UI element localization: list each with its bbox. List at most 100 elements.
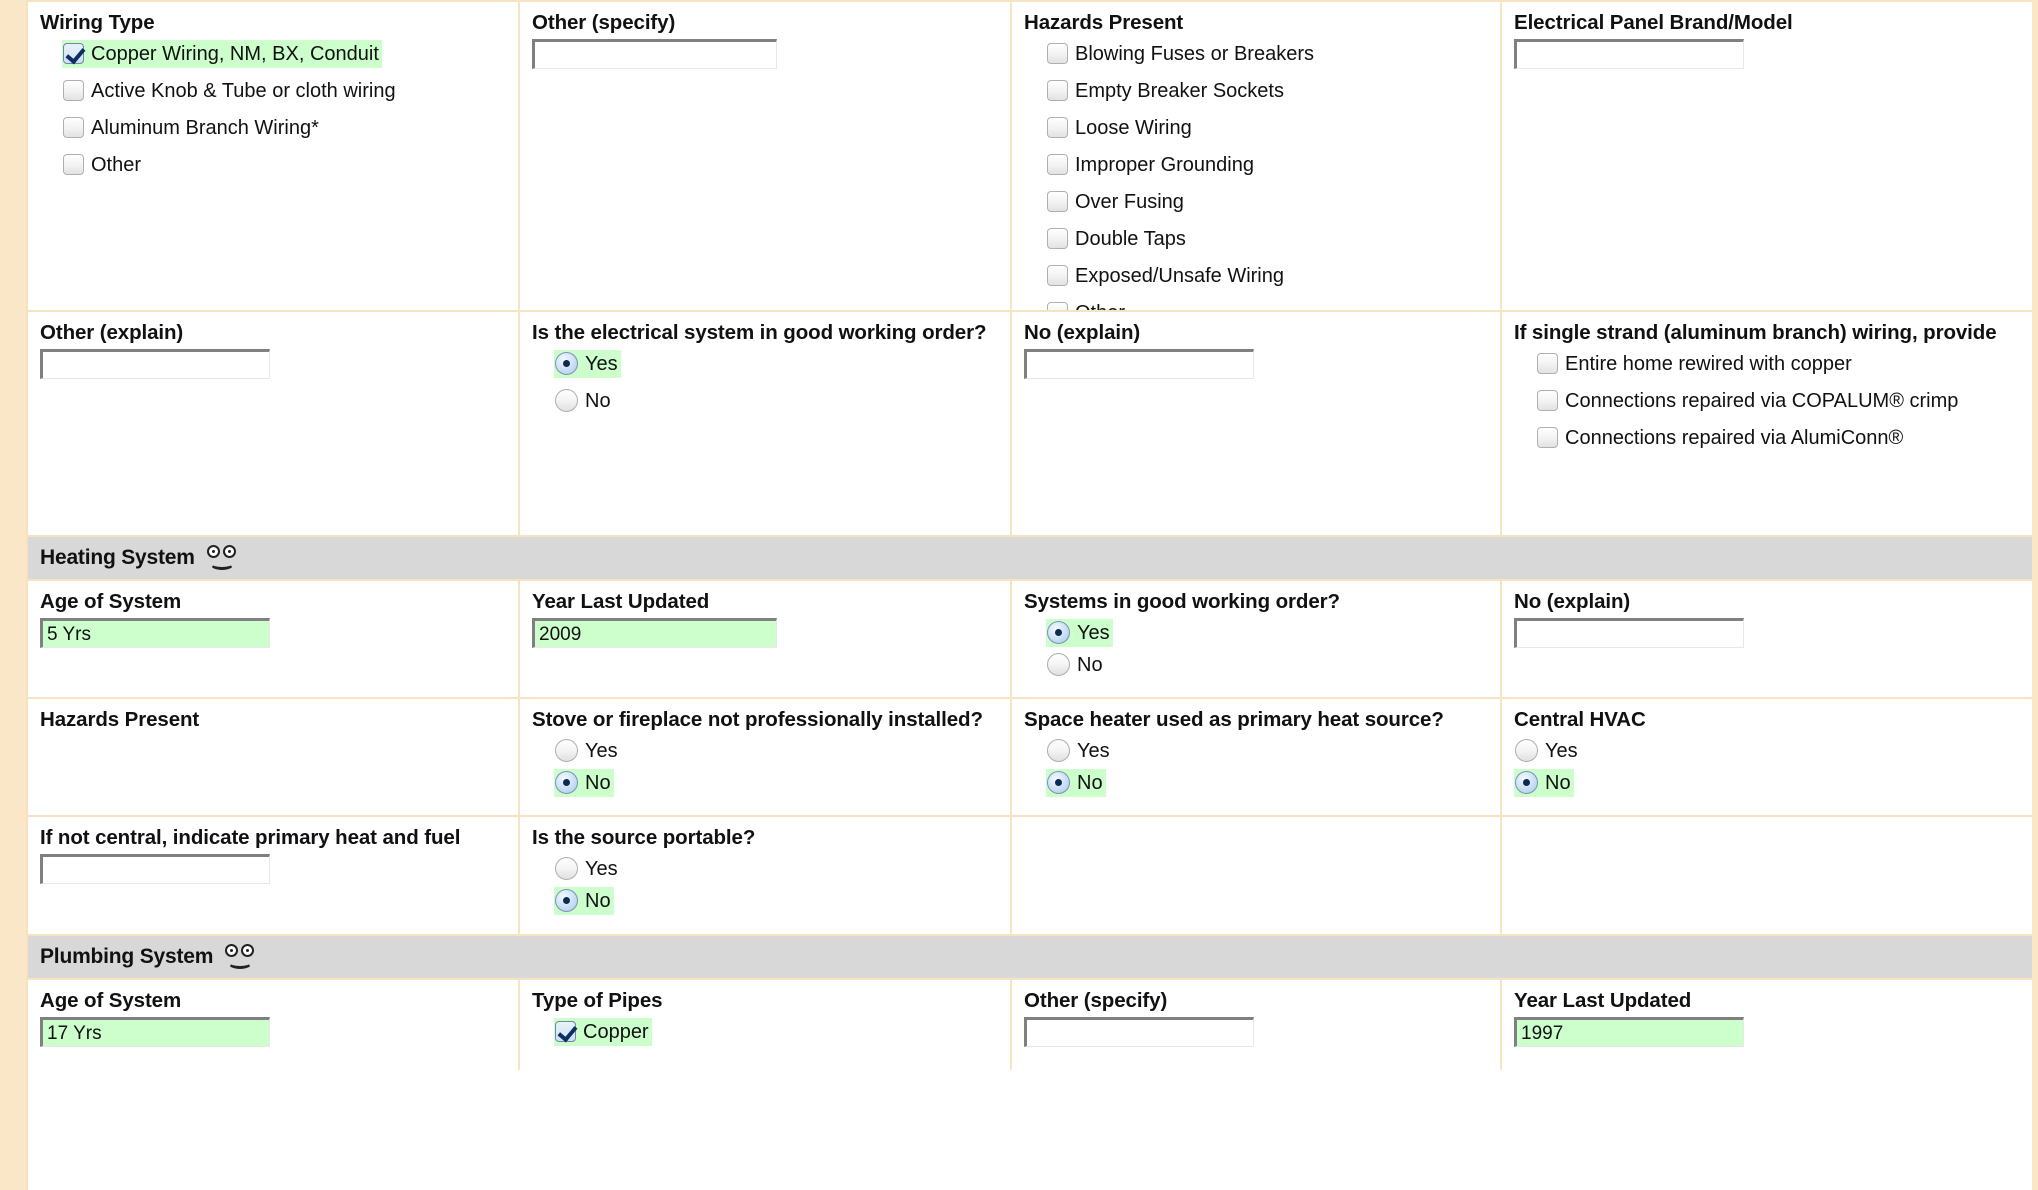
radio-icon[interactable] bbox=[1047, 771, 1070, 795]
radio-option[interactable]: Yes bbox=[532, 737, 998, 765]
other-specify-input[interactable] bbox=[532, 39, 777, 70]
checkbox-option[interactable]: Copper Wiring, NM, BX, Conduit bbox=[40, 40, 506, 69]
radio-option[interactable]: Yes bbox=[1514, 737, 2020, 765]
option-wrapper: Improper Grounding bbox=[1046, 151, 1257, 179]
plumbing-year-updated-input[interactable]: 1997 bbox=[1514, 1017, 1744, 1048]
checkbox-option[interactable]: Other bbox=[1024, 299, 1488, 310]
checkbox-option[interactable]: Empty Breaker Sockets bbox=[1024, 77, 1488, 105]
checkbox-option[interactable]: Loose Wiring bbox=[1024, 114, 1488, 142]
radio-icon[interactable] bbox=[555, 389, 578, 413]
radio-option[interactable]: No bbox=[1514, 769, 2020, 798]
checkbox-icon[interactable] bbox=[1537, 353, 1558, 375]
heating-year-updated-input[interactable]: 2009 bbox=[532, 618, 777, 649]
checkbox-icon[interactable] bbox=[1047, 80, 1068, 102]
checkbox-icon[interactable] bbox=[63, 80, 84, 102]
radio-icon[interactable] bbox=[1515, 739, 1538, 763]
other-explain-input[interactable] bbox=[40, 349, 270, 380]
central-hvac-label: Central HVAC bbox=[1514, 708, 1646, 731]
plumbing-other-specify-input[interactable] bbox=[1024, 1017, 1254, 1048]
radio-option[interactable]: Yes bbox=[532, 855, 998, 883]
option-label: Yes bbox=[585, 858, 618, 881]
option-label: Yes bbox=[1077, 622, 1110, 645]
panel-brand-input[interactable] bbox=[1514, 39, 1744, 70]
inspection-form: Wiring Type Copper Wiring, NM, BX, Condu… bbox=[0, 0, 2038, 1190]
radio-option[interactable]: No bbox=[532, 387, 998, 415]
radio-option[interactable]: No bbox=[1024, 651, 1488, 679]
option-highlight: Yes bbox=[1046, 619, 1113, 648]
checkbox-icon[interactable] bbox=[1047, 154, 1068, 176]
option-label: Aluminum Branch Wiring* bbox=[91, 117, 319, 140]
cell-stove-fireplace: Stove or fireplace not professionally in… bbox=[520, 699, 1012, 815]
option-label: No bbox=[585, 890, 611, 913]
radio-icon[interactable] bbox=[555, 889, 578, 913]
electrical-no-explain-label: No (explain) bbox=[1024, 321, 1141, 344]
option-label: No bbox=[585, 772, 611, 795]
radio-option[interactable]: No bbox=[1024, 769, 1488, 798]
radio-option[interactable]: Yes bbox=[1024, 619, 1488, 648]
radio-icon[interactable] bbox=[1515, 771, 1538, 795]
checkbox-option[interactable]: Connections repaired via COPALUM® crimp bbox=[1514, 387, 2020, 415]
heating-no-explain-input[interactable] bbox=[1514, 618, 1744, 649]
checkbox-option[interactable]: Improper Grounding bbox=[1024, 151, 1488, 179]
radio-icon[interactable] bbox=[1047, 621, 1070, 645]
checkbox-option[interactable]: Other bbox=[40, 151, 506, 179]
radio-option[interactable]: No bbox=[532, 769, 998, 798]
checkbox-option[interactable]: Blowing Fuses or Breakers bbox=[1024, 40, 1488, 68]
checkbox-icon[interactable] bbox=[1537, 390, 1558, 412]
radio-option[interactable]: No bbox=[532, 887, 998, 916]
cell-heating-empty-1 bbox=[1012, 817, 1502, 934]
option-label: No bbox=[1077, 772, 1103, 795]
option-wrapper: Other bbox=[1046, 299, 1128, 310]
option-highlight: No bbox=[554, 769, 614, 798]
smiley-mouth bbox=[209, 558, 234, 570]
radio-icon[interactable] bbox=[1047, 739, 1070, 763]
checkbox-icon[interactable] bbox=[63, 117, 84, 139]
option-wrapper: Double Taps bbox=[1046, 225, 1189, 253]
option-wrapper: Empty Breaker Sockets bbox=[1046, 77, 1287, 105]
checkbox-option[interactable]: Active Knob & Tube or cloth wiring bbox=[40, 77, 506, 105]
checkbox-option[interactable]: Double Taps bbox=[1024, 225, 1488, 253]
checkbox-icon[interactable] bbox=[1537, 427, 1558, 449]
section-title-plumbing: Plumbing System bbox=[40, 945, 214, 968]
checkbox-icon[interactable] bbox=[1047, 191, 1068, 213]
primary-heat-fuel-input[interactable] bbox=[40, 854, 270, 885]
heating-age-input[interactable]: 5 Yrs bbox=[40, 618, 270, 649]
checkbox-icon[interactable] bbox=[555, 1021, 576, 1043]
checkbox-option[interactable]: Connections repaired via AlumiConn® bbox=[1514, 424, 2020, 452]
cell-source-portable: Is the source portable? Yes No bbox=[520, 817, 1012, 934]
checkbox-option[interactable]: Copper bbox=[532, 1018, 998, 1047]
checkbox-icon[interactable] bbox=[1047, 228, 1068, 250]
smiley-face-icon bbox=[206, 545, 241, 571]
checkbox-icon[interactable] bbox=[63, 43, 84, 65]
checkbox-icon[interactable] bbox=[1047, 265, 1068, 287]
radio-option[interactable]: Yes bbox=[532, 350, 998, 379]
cell-plumbing-other-specify: Other (specify) bbox=[1012, 980, 1502, 1070]
other-specify-label: Other (specify) bbox=[532, 11, 676, 34]
option-label: Empty Breaker Sockets bbox=[1075, 80, 1284, 103]
checkbox-icon[interactable] bbox=[1047, 43, 1068, 65]
radio-icon[interactable] bbox=[555, 352, 578, 376]
radio-icon[interactable] bbox=[555, 771, 578, 795]
option-label: Over Fusing bbox=[1075, 191, 1184, 214]
checkbox-option[interactable]: Exposed/Unsafe Wiring bbox=[1024, 262, 1488, 290]
option-wrapper: Other bbox=[62, 151, 144, 179]
checkbox-icon[interactable] bbox=[1047, 302, 1068, 310]
checkbox-option[interactable]: Over Fusing bbox=[1024, 188, 1488, 216]
electrical-no-explain-input[interactable] bbox=[1024, 349, 1254, 380]
radio-icon[interactable] bbox=[1047, 653, 1070, 677]
option-label: Improper Grounding bbox=[1075, 154, 1254, 177]
radio-icon[interactable] bbox=[555, 857, 578, 881]
radio-option[interactable]: Yes bbox=[1024, 737, 1488, 765]
checkbox-option[interactable]: Entire home rewired with copper bbox=[1514, 350, 2020, 378]
checkbox-option[interactable]: Aluminum Branch Wiring* bbox=[40, 114, 506, 142]
checkbox-icon[interactable] bbox=[63, 154, 84, 176]
radio-icon[interactable] bbox=[555, 739, 578, 763]
plumbing-age-input[interactable]: 17 Yrs bbox=[40, 1017, 270, 1048]
heating-good-order-label: Systems in good working order? bbox=[1024, 590, 1340, 613]
checkbox-icon[interactable] bbox=[1047, 117, 1068, 139]
cell-panel-brand: Electrical Panel Brand/Model bbox=[1502, 2, 2032, 310]
option-highlight: No bbox=[554, 887, 614, 916]
section-title-heating: Heating System bbox=[40, 546, 195, 569]
cell-primary-heat-fuel: If not central, indicate primary heat an… bbox=[28, 817, 520, 934]
heating-good-order-options: Yes No bbox=[1024, 619, 1488, 679]
